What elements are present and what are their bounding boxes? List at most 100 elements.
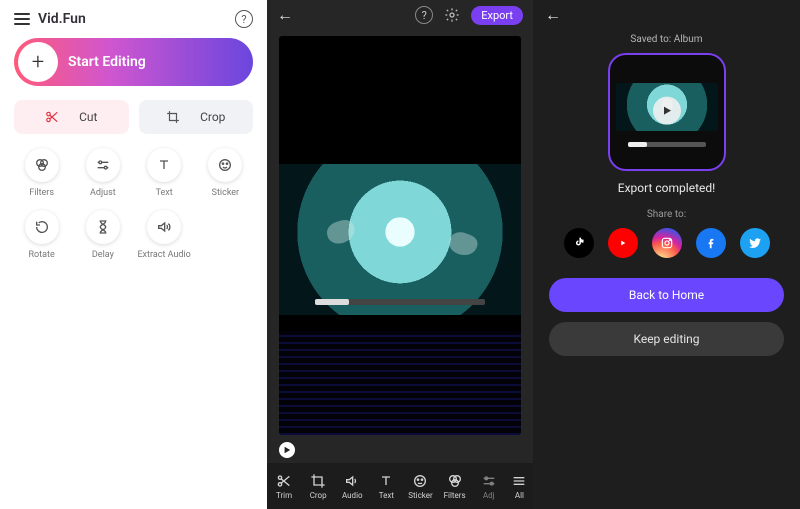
cut-label: Cut (79, 110, 97, 124)
share-to-label: Share to: (533, 209, 800, 220)
toolbar-label: Filters (444, 491, 466, 500)
toolbar-trim[interactable]: Trim (267, 473, 301, 500)
tool-label: Sticker (212, 188, 239, 198)
editor-panel: ← ? Export Trim Crop Audio (267, 0, 533, 509)
play-icon (283, 446, 291, 454)
toolbar-label: Trim (276, 491, 292, 500)
adjust-icon (86, 148, 120, 182)
export-thumbnail[interactable] (608, 53, 726, 171)
delay-icon (86, 210, 120, 244)
crop-label: Crop (200, 110, 225, 124)
share-twitter[interactable] (740, 228, 770, 258)
sticker-icon (208, 148, 242, 182)
toolbar-adjust[interactable]: Adj (472, 473, 506, 500)
editor-toolbar: Trim Crop Audio Text Sticker Filters Adj (267, 463, 533, 509)
back-icon[interactable]: ← (545, 5, 561, 25)
tool-rotate[interactable]: Rotate (14, 210, 69, 260)
preview-frame (279, 164, 521, 316)
share-facebook[interactable] (696, 228, 726, 258)
keep-editing-label: Keep editing (633, 332, 699, 346)
toolbar-all[interactable]: All (506, 473, 533, 500)
tool-label: Filters (29, 188, 54, 198)
youtube-icon (616, 236, 630, 250)
scissors-icon (276, 473, 292, 489)
all-icon (511, 473, 527, 489)
thumbnail-progress (628, 142, 706, 147)
plus-icon: + (18, 42, 58, 82)
text-icon (378, 473, 394, 489)
share-instagram[interactable] (652, 228, 682, 258)
tool-label: Delay (92, 250, 114, 260)
rotate-icon (25, 210, 59, 244)
home-panel: Vid.Fun ? + Start Editing Cut Crop Filte… (0, 0, 267, 509)
cut-button[interactable]: Cut (14, 100, 129, 134)
tool-sticker[interactable]: Sticker (198, 148, 253, 198)
toolbar-label: Sticker (408, 491, 432, 500)
export-label: Export (481, 9, 513, 22)
filters-icon (447, 473, 463, 489)
home-header: Vid.Fun ? (14, 10, 253, 28)
play-icon (662, 106, 672, 116)
text-icon (147, 148, 181, 182)
tool-filters[interactable]: Filters (14, 148, 69, 198)
tool-label: Extract Audio (137, 250, 190, 260)
sticker-icon (412, 473, 428, 489)
adjust-icon (481, 473, 497, 489)
settings-icon[interactable] (443, 6, 461, 24)
toolbar-text[interactable]: Text (369, 473, 403, 500)
twitter-icon (748, 236, 762, 250)
audio-icon (344, 473, 360, 489)
export-button[interactable]: Export (471, 6, 523, 25)
filters-icon (25, 148, 59, 182)
editor-header-right: ? Export (415, 6, 523, 25)
start-editing-label: Start Editing (68, 54, 146, 70)
menu-icon[interactable] (14, 13, 30, 25)
instagram-icon (660, 236, 674, 250)
crop-button[interactable]: Crop (139, 100, 254, 134)
saved-to-label: Saved to: Album (533, 34, 800, 45)
toolbar-label: Crop (310, 491, 327, 500)
play-button[interactable] (279, 442, 295, 458)
export-complete-label: Export completed! (533, 181, 800, 195)
toolbar-label: All (515, 491, 524, 500)
brand-row: Vid.Fun (14, 11, 86, 27)
tool-text[interactable]: Text (137, 148, 192, 198)
facebook-icon (704, 236, 718, 250)
tool-extract-audio[interactable]: Extract Audio (137, 210, 192, 260)
scissors-icon (45, 110, 59, 124)
play-row (267, 441, 533, 463)
help-icon[interactable]: ? (415, 6, 433, 24)
tool-label: Adjust (90, 188, 116, 198)
toolbar-filters[interactable]: Filters (438, 473, 472, 500)
share-tiktok[interactable] (564, 228, 594, 258)
tool-adjust[interactable]: Adjust (75, 148, 130, 198)
keep-editing-button[interactable]: Keep editing (549, 322, 784, 356)
quick-actions-row: Cut Crop (14, 100, 253, 134)
back-icon[interactable]: ← (277, 5, 293, 25)
thumbnail-play-button[interactable] (653, 97, 681, 125)
help-icon[interactable]: ? (235, 10, 253, 28)
share-youtube[interactable] (608, 228, 638, 258)
back-to-home-button[interactable]: Back to Home (549, 278, 784, 312)
toolbar-crop[interactable]: Crop (301, 473, 335, 500)
toolbar-label: Text (379, 491, 394, 500)
tool-label: Text (156, 188, 173, 198)
share-row (533, 228, 800, 258)
tool-grid: Filters Adjust Text Sticker Rotate Delay… (14, 148, 253, 260)
toolbar-sticker[interactable]: Sticker (403, 473, 437, 500)
crop-icon (166, 110, 180, 124)
tiktok-icon (572, 236, 586, 250)
app-title: Vid.Fun (38, 11, 86, 27)
timeline-waveform (279, 331, 521, 435)
tool-delay[interactable]: Delay (75, 210, 130, 260)
start-editing-button[interactable]: + Start Editing (14, 38, 253, 86)
toolbar-label: Audio (342, 491, 363, 500)
back-home-label: Back to Home (629, 288, 704, 302)
video-preview[interactable] (279, 36, 521, 435)
export-header: ← (533, 0, 800, 30)
extract-audio-icon (147, 210, 181, 244)
progress-bar (315, 299, 484, 305)
toolbar-label: Adj (483, 491, 495, 500)
tool-label: Rotate (29, 250, 55, 260)
toolbar-audio[interactable]: Audio (335, 473, 369, 500)
